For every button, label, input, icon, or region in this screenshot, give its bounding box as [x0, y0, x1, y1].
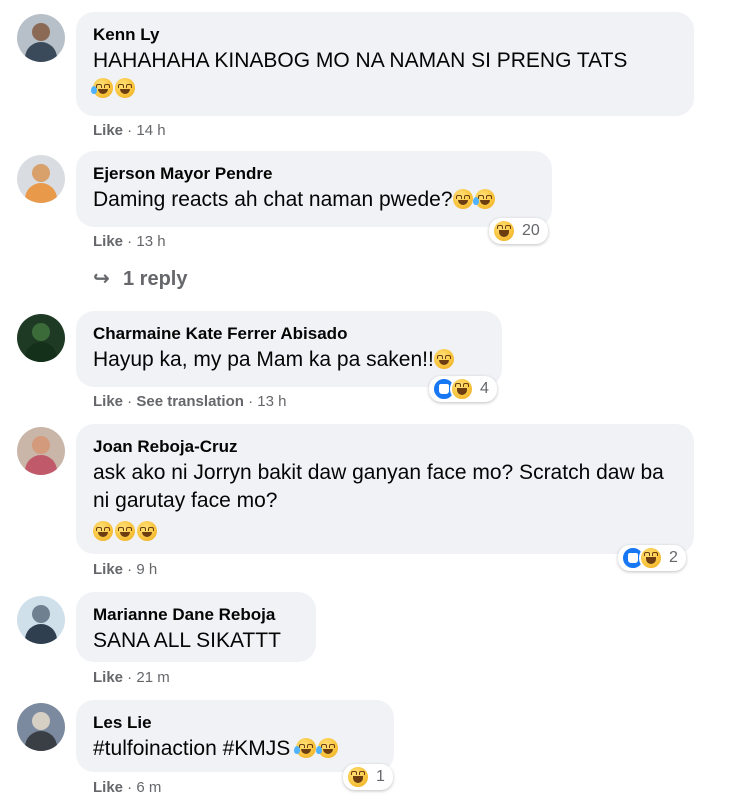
- comment-text-body: Hayup ka, my pa Mam ka pa saken!!: [93, 348, 434, 371]
- comment-text-body: Daming reacts ah chat naman pwede?: [93, 188, 453, 211]
- reaction-count: 4: [480, 380, 489, 397]
- grimacing-emoji-icon: [433, 349, 454, 369]
- comment-text: Daming reacts ah chat naman pwede?: [93, 186, 536, 214]
- crying-laughing-emoji-icon: [91, 78, 113, 98]
- avatar[interactable]: [17, 596, 65, 644]
- comment-text-body: ask ako ni Jorryn bakit daw ganyan face …: [93, 461, 664, 512]
- grimacing-emoji-icon: [452, 189, 473, 209]
- reaction-summary[interactable]: 4: [429, 376, 497, 402]
- like-link[interactable]: Like: [93, 561, 123, 578]
- avatar[interactable]: [17, 427, 65, 475]
- comment-time[interactable]: 9 h: [136, 561, 157, 578]
- comment-text: Hayup ka, my pa Mam ka pa saken!!: [93, 346, 486, 374]
- like-link[interactable]: Like: [93, 393, 123, 410]
- reaction-count: 2: [669, 549, 678, 566]
- haha-reaction-icon: [450, 377, 474, 401]
- comment-meta: Like · 21 m: [93, 669, 170, 686]
- comment-author[interactable]: Les Lie: [93, 712, 378, 734]
- comment-author[interactable]: Joan Reboja-Cruz: [93, 436, 664, 458]
- comment-time[interactable]: 21 m: [136, 669, 169, 686]
- comment-text-body: HAHAHAHA KINABOG MO NA NAMAN SI PRENG TA…: [93, 49, 628, 72]
- comment-meta: Like · 9 h: [93, 561, 158, 578]
- like-link[interactable]: Like: [93, 779, 123, 796]
- grinning-emoji-icon: [115, 521, 135, 541]
- crying-laughing-emoji-icon: [316, 738, 339, 758]
- comment-author[interactable]: Marianne Dane Reboja: [93, 604, 300, 626]
- avatar[interactable]: [17, 314, 65, 362]
- reaction-count: 20: [522, 222, 540, 239]
- like-link[interactable]: Like: [93, 122, 123, 139]
- reaction-summary[interactable]: 1: [343, 764, 393, 790]
- rolling-laughing-emoji-icon: [472, 189, 495, 209]
- grinning-emoji-icon: [137, 521, 157, 541]
- haha-reaction-icon: [346, 765, 370, 789]
- replies-label: 1 reply: [123, 268, 188, 290]
- comment-meta: Like · 13 h: [93, 233, 166, 250]
- comment-bubble: Les Lie #tulfoinaction #KMJS: [76, 700, 394, 772]
- comment-text: HAHAHAHA KINABOG MO NA NAMAN SI PRENG TA…: [91, 47, 678, 103]
- comment-meta: Like · 6 m: [93, 779, 162, 796]
- comment-text-body: #tulfoinaction #KMJS: [93, 737, 291, 760]
- comment-text: ask ako ni Jorryn bakit daw ganyan face …: [93, 459, 664, 546]
- comment-meta: Like · See translation · 13 h: [93, 393, 287, 410]
- grinning-emoji-icon: [115, 78, 135, 98]
- like-link[interactable]: Like: [93, 669, 123, 686]
- avatar[interactable]: [17, 703, 65, 751]
- comment-author[interactable]: Ejerson Mayor Pendre: [93, 163, 536, 185]
- comment-time[interactable]: 6 m: [136, 779, 161, 796]
- haha-reaction-icon: [639, 546, 663, 570]
- reaction-count: 1: [376, 768, 385, 785]
- reaction-summary[interactable]: 2: [618, 545, 686, 571]
- comment-author[interactable]: Charmaine Kate Ferrer Abisado: [93, 323, 486, 345]
- see-translation-link[interactable]: See translation: [136, 393, 244, 410]
- grinning-emoji-icon: [93, 521, 113, 541]
- comment-bubble: Marianne Dane Reboja SANA ALL SIKATTT: [76, 592, 316, 662]
- view-replies-link[interactable]: ↪ 1 reply: [93, 266, 187, 291]
- comment-bubble: Joan Reboja-Cruz ask ako ni Jorryn bakit…: [76, 424, 694, 554]
- reply-arrow-icon: ↪: [93, 268, 110, 290]
- comment-bubble: Ejerson Mayor Pendre Daming reacts ah ch…: [76, 151, 552, 227]
- comment-text: #tulfoinaction #KMJS: [93, 735, 378, 763]
- haha-reaction-icon: [492, 219, 516, 243]
- comment-meta: Like · 14 h: [93, 122, 166, 139]
- avatar[interactable]: [17, 14, 65, 62]
- avatar[interactable]: [17, 155, 65, 203]
- comment-text: SANA ALL SIKATTT: [93, 629, 281, 652]
- crying-laughing-emoji-icon: [294, 738, 317, 758]
- comment-time[interactable]: 13 h: [136, 233, 165, 250]
- comment-bubble: Kenn Ly HAHAHAHA KINABOG MO NA NAMAN SI …: [76, 12, 694, 116]
- reaction-summary[interactable]: 20: [489, 218, 548, 244]
- like-link[interactable]: Like: [93, 233, 123, 250]
- comment-time[interactable]: 14 h: [136, 122, 165, 139]
- comment-author[interactable]: Kenn Ly: [93, 24, 678, 46]
- comment-time[interactable]: 13 h: [257, 393, 286, 410]
